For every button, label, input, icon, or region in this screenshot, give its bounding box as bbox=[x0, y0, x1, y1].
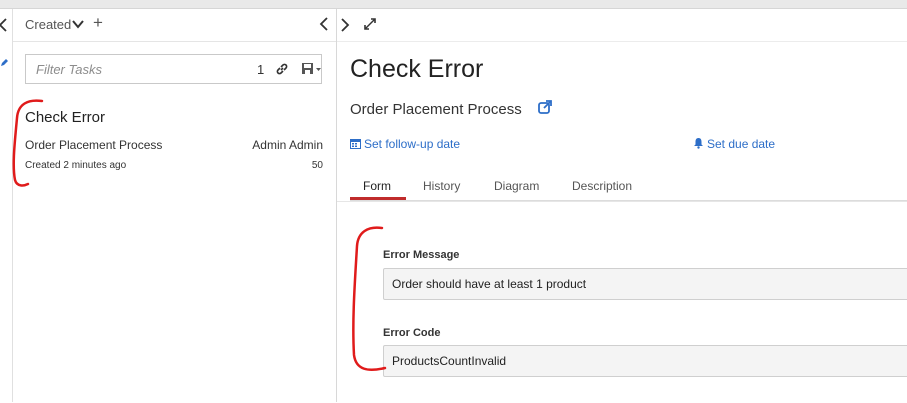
due-date-label: Set due date bbox=[707, 137, 776, 151]
task-list-panel: Created + 1 Check Error bbox=[13, 9, 337, 402]
set-due-date-link[interactable]: Set due date bbox=[693, 137, 775, 151]
error-code-field[interactable] bbox=[384, 346, 907, 376]
set-follow-up-date-link[interactable]: Set follow-up date bbox=[350, 137, 460, 151]
task-form: Error Message Error Code bbox=[337, 201, 907, 403]
task-filter-box: 1 bbox=[25, 54, 322, 84]
error-code-label: Error Code bbox=[383, 327, 441, 339]
add-filter-icon[interactable]: + bbox=[93, 13, 103, 33]
error-message-label: Error Message bbox=[383, 249, 460, 261]
page-title: Check Error bbox=[350, 55, 484, 83]
tab-history[interactable]: History bbox=[423, 179, 460, 193]
collapse-list-icon[interactable] bbox=[319, 16, 329, 37]
pencil-icon[interactable] bbox=[0, 59, 8, 70]
follow-up-label: Set follow-up date bbox=[364, 137, 461, 151]
chevron-right-icon[interactable] bbox=[340, 17, 350, 38]
bell-icon bbox=[694, 138, 703, 149]
task-list-item[interactable]: Check Error Order Placement Process Admi… bbox=[13, 105, 336, 183]
active-tab-indicator bbox=[350, 197, 406, 200]
task-name: Check Error bbox=[25, 109, 106, 126]
calendar-icon bbox=[350, 139, 361, 149]
link-icon[interactable] bbox=[275, 62, 289, 81]
expand-icon[interactable] bbox=[363, 17, 377, 36]
task-created: Created 2 minutes ago bbox=[25, 160, 127, 171]
chevron-left-icon[interactable] bbox=[0, 18, 8, 37]
error-message-field-box bbox=[383, 268, 907, 300]
chevron-down-icon[interactable] bbox=[72, 17, 84, 36]
tab-form[interactable]: Form bbox=[363, 179, 391, 193]
detail-tabs: Form History Diagram Description bbox=[350, 173, 907, 201]
filters-panel-collapsed bbox=[0, 9, 13, 402]
detail-toolbar bbox=[337, 9, 907, 42]
error-message-field[interactable] bbox=[384, 269, 907, 299]
save-filter-icon[interactable] bbox=[301, 62, 323, 81]
top-bar bbox=[0, 0, 907, 9]
filter-tasks-input[interactable] bbox=[26, 55, 236, 83]
tab-description[interactable]: Description bbox=[572, 179, 632, 193]
tab-diagram[interactable]: Diagram bbox=[494, 179, 539, 193]
process-name: Order Placement Process bbox=[350, 101, 522, 118]
task-priority: 50 bbox=[311, 160, 323, 171]
task-list-header: Created + bbox=[13, 9, 336, 42]
task-count: 1 bbox=[257, 62, 265, 77]
error-code-field-box bbox=[383, 345, 907, 377]
external-link-icon[interactable] bbox=[538, 100, 552, 119]
task-detail-panel: Check Error Order Placement Process Set … bbox=[337, 9, 907, 403]
task-assignee: Admin Admin bbox=[252, 138, 323, 152]
filter-selector-label[interactable]: Created bbox=[25, 17, 71, 32]
task-process: Order Placement Process bbox=[25, 138, 163, 152]
